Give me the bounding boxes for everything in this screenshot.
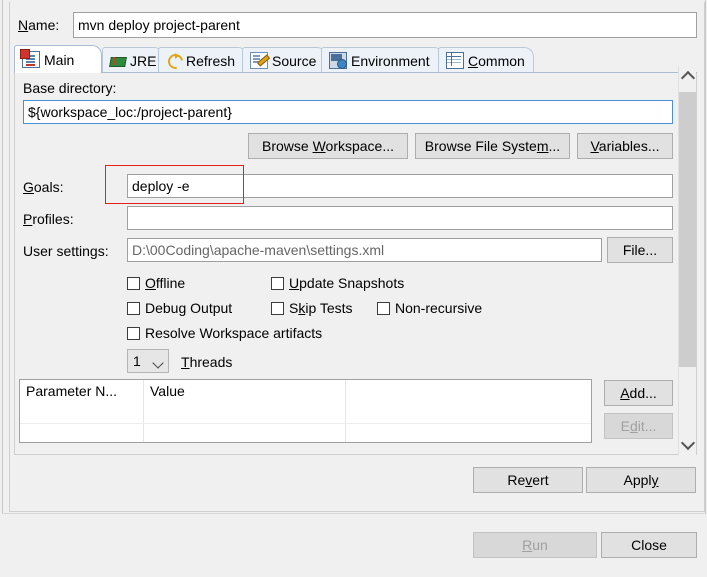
tab-bar: Main JRE Refresh Source Environment Comm… — [14, 45, 697, 73]
table-row[interactable] — [20, 406, 591, 423]
tab-jre-label: JRE — [130, 52, 157, 69]
table-row[interactable] — [20, 423, 591, 442]
chevron-down-icon — [152, 357, 164, 369]
checkbox-debug-output-label: Debug Output — [145, 300, 233, 316]
checkbox-offline-label: Offline — [145, 275, 186, 291]
common-tab-icon — [446, 52, 464, 69]
checkbox-skip-tests[interactable]: Skip Tests — [271, 300, 353, 316]
scrollbar-thumb[interactable] — [679, 92, 696, 367]
checkbox-offline-box[interactable] — [127, 276, 140, 290]
environment-tab-icon — [329, 52, 347, 69]
revert-button[interactable]: Revert — [473, 467, 583, 493]
checkbox-offline[interactable]: Offline — [127, 275, 185, 291]
main-tab-content: Base directory: Browse Workspace... Brow… — [14, 73, 697, 455]
checkbox-update-snapshots-box[interactable] — [271, 276, 284, 290]
base-directory-label: Base directory: — [23, 80, 117, 96]
footer-divider — [2, 513, 706, 514]
browse-file-system-button[interactable]: Browse File System... — [415, 133, 570, 159]
edit-button-label: Edit... — [620, 418, 657, 434]
refresh-tab-icon — [166, 53, 182, 68]
close-button[interactable]: Close — [601, 532, 697, 558]
tab-refresh-label: Refresh — [186, 52, 236, 69]
goals-input[interactable] — [127, 174, 673, 198]
file-button[interactable]: File... — [607, 237, 673, 263]
tab-environment-label: Environment — [351, 52, 430, 69]
source-tab-icon — [250, 52, 268, 69]
checkbox-resolve-workspace-artifacts-box[interactable] — [127, 326, 140, 340]
main-tab-scrollbar[interactable] — [678, 66, 696, 455]
checkbox-non-recursive-box[interactable] — [377, 301, 390, 315]
column-header-empty[interactable] — [346, 380, 591, 406]
checkbox-skip-tests-box[interactable] — [271, 301, 284, 315]
table-cell — [144, 424, 346, 442]
file-button-label: File... — [622, 242, 658, 258]
browse-workspace-button[interactable]: Browse Workspace... — [248, 133, 408, 159]
apply-button[interactable]: Apply — [586, 467, 696, 493]
run-label: Run — [522, 537, 548, 553]
table-cell — [20, 424, 144, 442]
variables-label: Variables... — [590, 138, 660, 154]
profiles-input[interactable] — [127, 206, 673, 230]
tab-refresh[interactable]: Refresh — [158, 47, 248, 73]
table-cell — [144, 406, 346, 423]
checkbox-debug-output-box[interactable] — [127, 301, 140, 315]
scrollbar-track[interactable] — [679, 85, 696, 436]
table-cell — [20, 406, 144, 423]
edit-parameter-button: Edit... — [604, 413, 673, 439]
tab-main-label: Main — [44, 51, 75, 68]
checkbox-resolve-workspace-artifacts[interactable]: Resolve Workspace artifacts — [127, 325, 322, 341]
column-header-parameter-name[interactable]: Parameter N... — [20, 380, 144, 406]
tab-environment[interactable]: Environment — [321, 47, 444, 73]
apply-label: Apply — [623, 472, 659, 488]
checkbox-non-recursive[interactable]: Non-recursive — [377, 300, 482, 316]
checkbox-resolve-workspace-artifacts-label: Resolve Workspace artifacts — [145, 325, 323, 341]
tab-common[interactable]: Common — [438, 47, 534, 73]
main-tab-icon — [20, 49, 40, 68]
add-button-label: Add... — [620, 385, 657, 401]
user-settings-input[interactable] — [127, 238, 602, 262]
checkbox-non-recursive-label: Non-recursive — [395, 300, 483, 316]
tab-source[interactable]: Source — [242, 47, 327, 73]
tab-common-label: Common — [468, 52, 525, 69]
threads-label: Threads — [181, 354, 233, 370]
revert-label: Revert — [507, 472, 549, 488]
tab-main[interactable]: Main — [14, 45, 102, 73]
jre-tab-icon — [110, 53, 126, 68]
threads-value: 1 — [133, 353, 141, 369]
checkbox-update-snapshots[interactable]: Update Snapshots — [271, 275, 404, 291]
user-settings-label: User settings: — [23, 243, 109, 259]
run-button: Run — [473, 532, 597, 558]
parameters-table[interactable]: Parameter N... Value — [19, 379, 592, 443]
scroll-up-arrow-icon[interactable] — [679, 68, 696, 86]
name-row: Name: — [18, 12, 697, 38]
configuration-name-input[interactable] — [73, 12, 697, 38]
column-header-value[interactable]: Value — [144, 380, 346, 406]
table-header-row: Parameter N... Value — [20, 380, 591, 406]
checkbox-debug-output[interactable]: Debug Output — [127, 300, 232, 316]
table-cell — [346, 424, 591, 442]
add-parameter-button[interactable]: Add... — [604, 380, 673, 406]
run-configuration-dialog: Name: Main JRE Refresh Source Environmen… — [0, 0, 707, 577]
name-label: Name: — [18, 17, 60, 33]
table-cell — [346, 406, 591, 423]
threads-select[interactable]: 1 — [127, 349, 169, 373]
variables-button[interactable]: Variables... — [577, 133, 673, 159]
tab-jre[interactable]: JRE — [102, 47, 164, 73]
browse-workspace-label: Browse Workspace... — [261, 138, 395, 154]
base-directory-input[interactable] — [23, 100, 673, 124]
goals-label: Goals: — [23, 179, 64, 195]
profiles-label: Profiles: — [23, 211, 74, 227]
scroll-down-arrow-icon[interactable] — [679, 435, 696, 453]
browse-file-system-label: Browse File System... — [424, 138, 561, 154]
checkbox-update-snapshots-label: Update Snapshots — [289, 275, 405, 291]
close-label: Close — [631, 537, 667, 553]
checkbox-skip-tests-label: Skip Tests — [289, 300, 353, 316]
tab-source-label: Source — [272, 52, 317, 69]
